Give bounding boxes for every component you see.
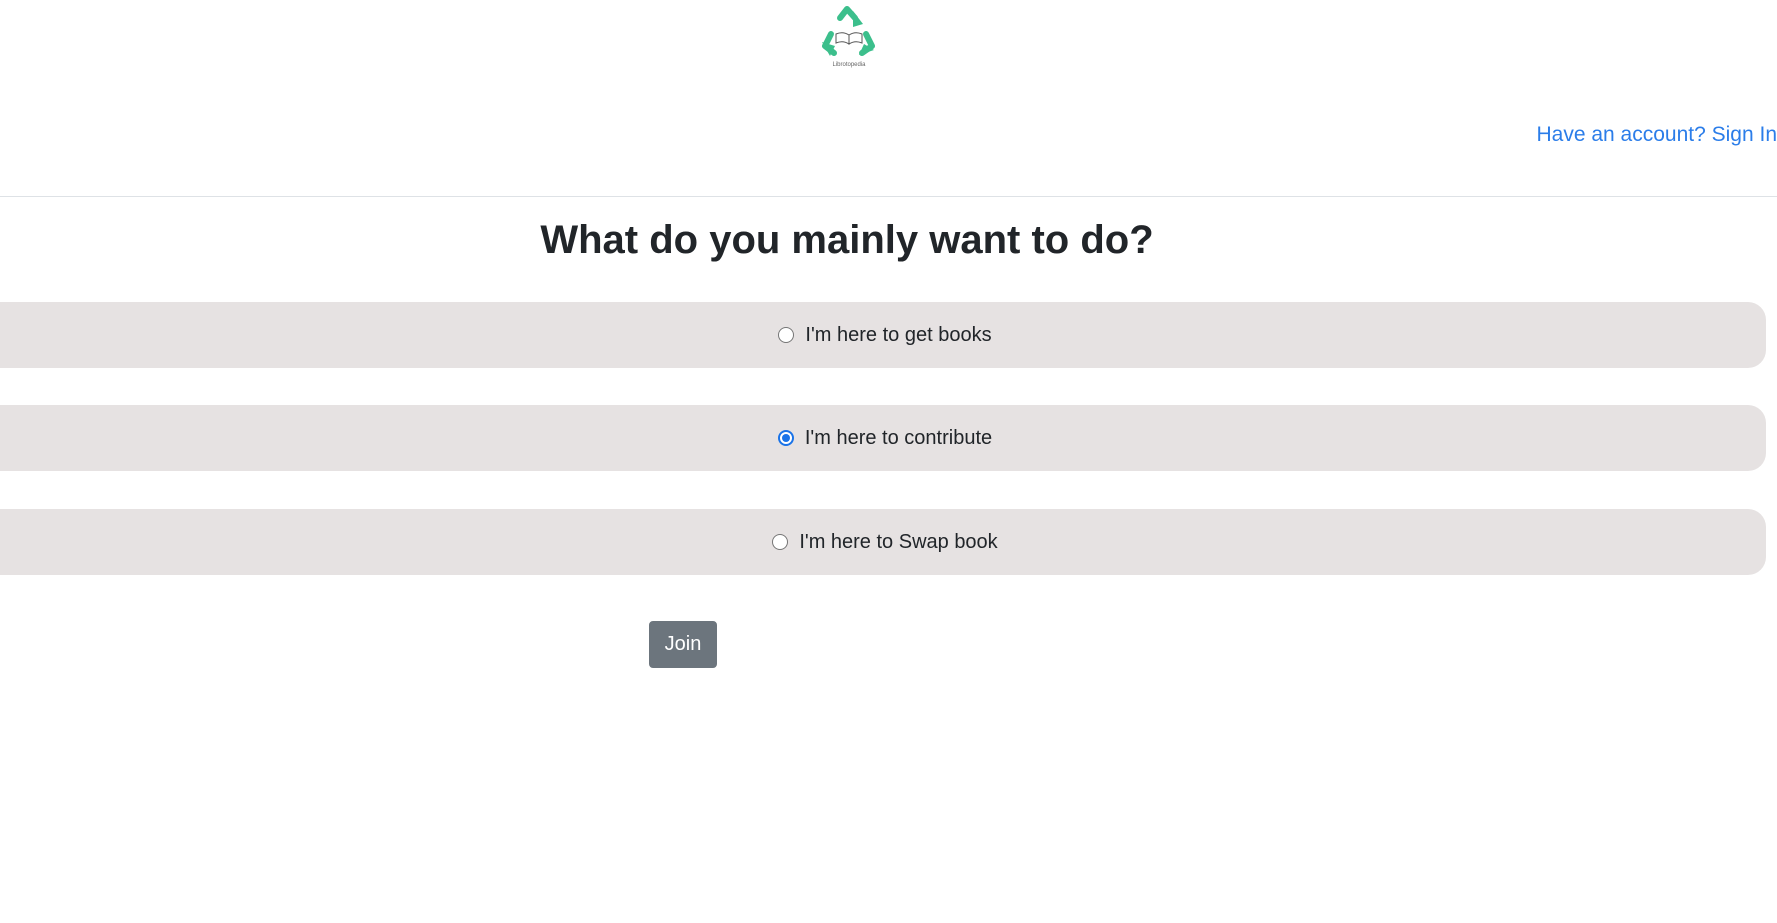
signin-link[interactable]: Have an account? Sign In [1537,123,1777,147]
page-title: What do you mainly want to do? [540,218,1154,262]
radio-contribute[interactable] [777,430,794,446]
header-divider [0,196,1777,197]
join-button[interactable]: Join [649,621,717,668]
option-swap-book[interactable]: I'm here to Swap book [0,509,1766,575]
option-get-books[interactable]: I'm here to get books [0,302,1766,368]
logo: Librotopedia [818,4,880,68]
recycle-book-icon: Librotopedia [822,6,875,68]
logo-wordmark: Librotopedia [832,62,866,68]
option-label: I'm here to contribute [804,426,993,449]
option-contribute[interactable]: I'm here to contribute [0,405,1766,471]
radio-get-books[interactable] [778,327,795,343]
option-label: I'm here to get books [805,323,992,346]
radio-swap-book[interactable] [772,534,789,550]
option-label: I'm here to Swap book [799,530,998,553]
